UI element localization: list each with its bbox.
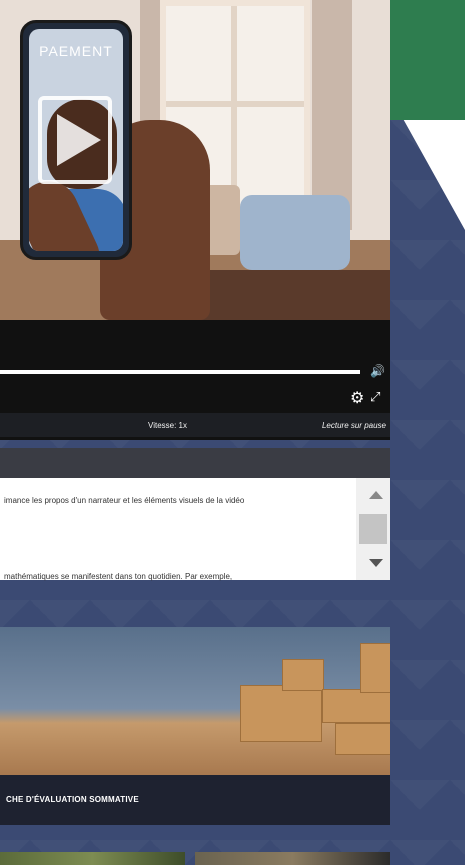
card-footer[interactable]: CHE D'ÉVALUATION SOMMATIVE [0, 775, 390, 825]
scroll-down-icon[interactable] [369, 559, 383, 567]
transcript-header [0, 448, 390, 478]
scroll-thumb[interactable] [359, 514, 387, 544]
player-info-bar: Vitesse: 1x Lecture sur pause [0, 413, 390, 437]
thumbnail-card[interactable] [0, 852, 185, 865]
video-player[interactable]: PAEMENT 🔊 ⚙ ⤢ Vitesse: 1x Lecture sur pa… [0, 0, 390, 440]
phone-title: PAEMENT [39, 43, 113, 59]
card-title[interactable]: CHE D'ÉVALUATION SOMMATIVE [6, 795, 139, 804]
transcript-line: mathématiques se manifestent dans ton qu… [4, 572, 233, 581]
play-icon [57, 114, 101, 166]
autoplay-toggle[interactable]: Lecture sur pause [322, 421, 386, 430]
play-button[interactable] [38, 96, 112, 184]
transcript-line: imance les propos d'un narrateur et les … [4, 496, 245, 505]
activity-card[interactable]: CHE D'ÉVALUATION SOMMATIVE [0, 627, 390, 825]
scene-armchair [240, 195, 350, 270]
volume-icon[interactable]: 🔊 [370, 364, 385, 378]
progress-fill [0, 370, 360, 374]
card-image-boxes [0, 627, 390, 775]
speed-selector[interactable]: Vitesse: 1x [148, 421, 187, 430]
expand-icon[interactable]: ⤢ [370, 389, 380, 405]
transcript-panel[interactable]: imance les propos d'un narrateur et les … [0, 478, 390, 581]
transcript-scrollbar[interactable] [356, 478, 390, 580]
thumbnail-card[interactable] [195, 852, 390, 865]
video-frame[interactable]: PAEMENT [0, 0, 390, 320]
progress-bar[interactable]: 🔊 [0, 362, 390, 382]
scroll-up-icon[interactable] [369, 491, 383, 499]
gear-icon[interactable]: ⚙ [350, 388, 364, 408]
scene-table [180, 270, 390, 320]
